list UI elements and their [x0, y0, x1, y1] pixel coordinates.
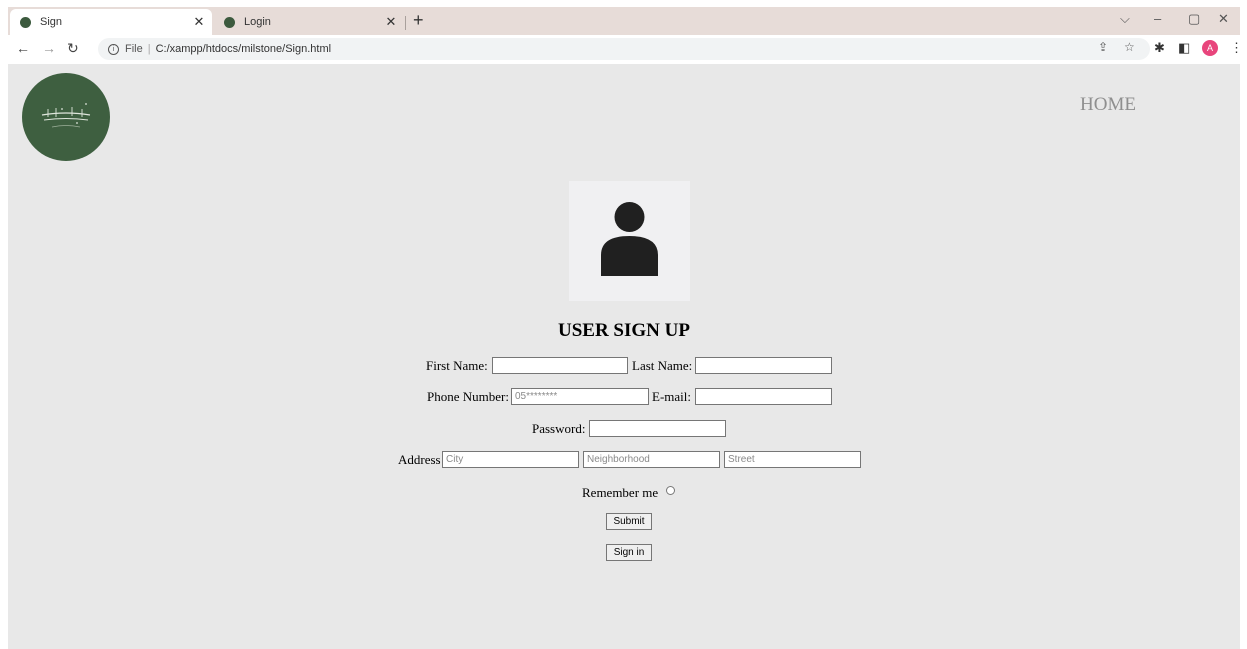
window-close-icon[interactable]: ✕: [1218, 11, 1229, 27]
home-link[interactable]: HOME: [1080, 94, 1136, 116]
tab-sign[interactable]: Sign ✕: [10, 9, 212, 35]
tab-label: Login: [244, 16, 271, 28]
remember-me-label: Remember me: [582, 485, 659, 500]
neighborhood-input[interactable]: [583, 451, 720, 468]
page-viewport: HOME USER SIGN UP First Name: Last Name:…: [8, 64, 1240, 649]
email-input[interactable]: [695, 388, 832, 405]
site-favicon-icon: [20, 16, 31, 28]
reload-icon[interactable]: ↻: [67, 40, 79, 57]
tab-search-chevron-icon[interactable]: ⌵: [1120, 11, 1130, 27]
address-label: Address: [398, 452, 441, 467]
share-icon[interactable]: ⇪: [1098, 40, 1108, 54]
logo-calligraphy-icon: [41, 103, 91, 128]
extensions-icon[interactable]: ✱: [1154, 40, 1165, 56]
site-favicon-icon: [224, 16, 235, 28]
first-name-input[interactable]: [492, 357, 628, 374]
submit-button[interactable]: Submit: [606, 513, 652, 530]
star-icon[interactable]: ☆: [1124, 40, 1135, 54]
email-label: E-mail:: [652, 389, 691, 404]
remember-me-radio[interactable]: [666, 486, 675, 495]
url-scheme: File: [125, 43, 143, 55]
info-icon[interactable]: i: [108, 43, 119, 55]
city-input[interactable]: [442, 451, 579, 468]
site-logo[interactable]: [22, 73, 110, 161]
close-icon[interactable]: ✕: [384, 14, 398, 30]
sign-in-button[interactable]: Sign in: [606, 544, 652, 561]
phone-input[interactable]: [511, 388, 649, 405]
browser-toolbar: ← → ↻ i File | C:/xampp/htdocs/milstone/…: [8, 35, 1243, 63]
last-name-input[interactable]: [695, 357, 832, 374]
tab-strip: Sign ✕ Login ✕ + ⌵ – ▢ ✕: [8, 7, 1240, 35]
back-arrow-icon[interactable]: ←: [16, 40, 30, 56]
new-tab-icon[interactable]: +: [413, 10, 424, 31]
url-divider: |: [147, 43, 151, 55]
minimize-icon[interactable]: –: [1154, 11, 1161, 26]
password-input[interactable]: [589, 420, 726, 437]
more-menu-icon[interactable]: ⋮: [1230, 40, 1243, 56]
first-name-label: First Name:: [426, 358, 488, 373]
tab-divider: [405, 16, 406, 30]
tab-login[interactable]: Login ✕: [214, 9, 404, 35]
phone-label: Phone Number:: [427, 389, 509, 404]
last-name-label: Last Name:: [632, 358, 693, 373]
form-title: USER SIGN UP: [558, 320, 690, 341]
password-label: Password:: [532, 421, 586, 436]
side-panel-icon[interactable]: ◧: [1178, 40, 1190, 56]
user-avatar-placeholder: [569, 181, 690, 301]
street-input[interactable]: [724, 451, 861, 468]
forward-arrow-icon[interactable]: →: [42, 40, 56, 56]
url-path: C:/xampp/htdocs/milstone/Sign.html: [155, 43, 332, 55]
address-bar[interactable]: i File | C:/xampp/htdocs/milstone/Sign.h…: [98, 38, 1150, 60]
user-icon: [601, 202, 658, 276]
profile-avatar[interactable]: A: [1202, 40, 1218, 56]
restore-icon[interactable]: ▢: [1188, 11, 1200, 27]
tab-label: Sign: [40, 16, 63, 28]
close-icon[interactable]: ✕: [192, 14, 206, 30]
